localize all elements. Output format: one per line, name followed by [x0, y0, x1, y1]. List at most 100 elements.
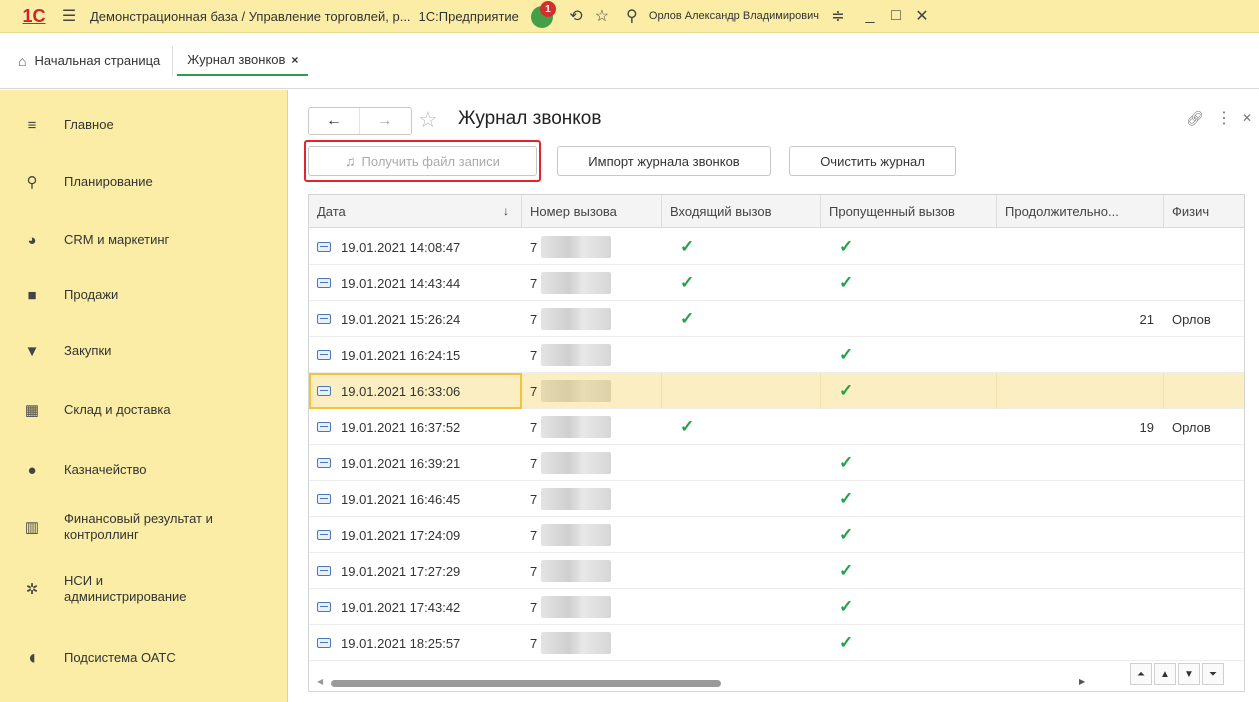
sidebar-item-finance[interactable]: ▥ Финансовый результат и контроллинг	[0, 504, 288, 550]
scroll-down-icon[interactable]: ▼	[1178, 663, 1200, 685]
cell-incoming[interactable]: ✓	[662, 301, 821, 337]
cell-duration[interactable]	[997, 481, 1164, 517]
table-row[interactable]: 19.01.2021 17:43:42 7 ✓	[309, 589, 1244, 625]
table-row[interactable]: 19.01.2021 16:39:21 7 ✓	[309, 445, 1244, 481]
cell-incoming[interactable]	[662, 445, 821, 481]
cell-person[interactable]	[1164, 445, 1244, 481]
cell-missed[interactable]: ✓	[821, 445, 997, 481]
cell-missed[interactable]: ✓	[821, 265, 997, 301]
settings-menu-icon[interactable]: ≑	[825, 3, 851, 29]
cell-incoming[interactable]	[662, 625, 821, 661]
table-row[interactable]: 19.01.2021 14:08:47 7 ✓ ✓	[309, 229, 1244, 265]
cell-duration[interactable]	[997, 373, 1164, 409]
cell-missed[interactable]: ✓	[821, 553, 997, 589]
cell-number[interactable]: 7	[522, 553, 662, 589]
tab-call-journal[interactable]: Журнал звонков ×	[177, 46, 309, 76]
cell-number[interactable]: 7	[522, 373, 662, 409]
cell-person[interactable]	[1164, 553, 1244, 589]
cell-duration[interactable]: 19	[997, 409, 1164, 445]
maximize-icon[interactable]: □	[883, 3, 909, 29]
cell-person[interactable]	[1164, 265, 1244, 301]
table-row[interactable]: 19.01.2021 16:24:15 7 ✓	[309, 337, 1244, 373]
column-header-date[interactable]: Дата ↓	[309, 195, 522, 228]
tab-close-icon[interactable]: ×	[291, 53, 298, 67]
clear-journal-button[interactable]: Очистить журнал	[789, 146, 956, 176]
table-row[interactable]: 19.01.2021 17:24:09 7 ✓	[309, 517, 1244, 553]
scroll-right-icon[interactable]: ▶	[1079, 677, 1085, 686]
cell-date[interactable]: 19.01.2021 16:39:21	[309, 445, 522, 481]
table-row[interactable]: 19.01.2021 15:26:24 7 ✓ 21 Орлов	[309, 301, 1244, 337]
column-header-incoming[interactable]: Входящий вызов	[662, 195, 821, 228]
column-header-person[interactable]: Физич	[1164, 195, 1244, 228]
sidebar-item-purchases[interactable]: ▼ Закупки	[0, 336, 288, 366]
cell-number[interactable]: 7	[522, 445, 662, 481]
cell-incoming[interactable]	[662, 589, 821, 625]
cell-missed[interactable]: ✓	[821, 589, 997, 625]
cell-person[interactable]	[1164, 481, 1244, 517]
cell-date[interactable]: 19.01.2021 15:26:24	[309, 301, 522, 337]
cell-missed[interactable]: ✓	[821, 337, 997, 373]
scroll-bottom-icon[interactable]: ⏷	[1202, 663, 1224, 685]
cell-missed[interactable]: ✓	[821, 373, 997, 409]
sidebar-item-sales[interactable]: ■ Продажи	[0, 280, 288, 310]
sidebar-item-crm[interactable]: ◕ CRM и маркетинг	[0, 225, 288, 255]
cell-date[interactable]: 19.01.2021 17:27:29	[309, 553, 522, 589]
search-icon[interactable]: ⚲	[619, 3, 645, 29]
sidebar-item-treasury[interactable]: ● Казначейство	[0, 455, 288, 485]
cell-date[interactable]: 19.01.2021 18:25:57	[309, 625, 522, 661]
close-form-icon[interactable]: ✕	[1242, 111, 1252, 125]
sidebar-item-main[interactable]: ≡ Главное	[0, 110, 288, 140]
close-window-icon[interactable]: ✕	[909, 3, 935, 29]
column-header-number[interactable]: Номер вызова	[522, 195, 662, 228]
table-row[interactable]: 19.01.2021 16:46:45 7 ✓	[309, 481, 1244, 517]
sidebar-item-admin[interactable]: ✲ НСИ и администрирование	[0, 566, 288, 612]
cell-person[interactable]	[1164, 337, 1244, 373]
favorites-star-icon[interactable]: ☆	[589, 3, 615, 29]
user-name[interactable]: Орлов Александр Владимирович	[649, 10, 819, 22]
history-icon[interactable]: ⟲	[563, 3, 589, 29]
scroll-up-icon[interactable]: ▲	[1154, 663, 1176, 685]
cell-date[interactable]: 19.01.2021 14:08:47	[309, 229, 522, 265]
table-row[interactable]: 19.01.2021 18:25:57 7 ✓	[309, 625, 1244, 661]
column-header-missed[interactable]: Пропущенный вызов	[821, 195, 997, 228]
column-header-duration[interactable]: Продолжительно...	[997, 195, 1164, 228]
cell-date[interactable]: 19.01.2021 16:33:06	[309, 373, 522, 409]
menu-icon[interactable]: ☰	[56, 3, 82, 29]
cell-missed[interactable]: ✓	[821, 229, 997, 265]
cell-missed[interactable]: ✓	[821, 517, 997, 553]
cell-person[interactable]	[1164, 373, 1244, 409]
sidebar-item-planning[interactable]: ⚲ Планирование	[0, 167, 288, 197]
cell-person[interactable]	[1164, 517, 1244, 553]
cell-duration[interactable]	[997, 589, 1164, 625]
scrollbar-thumb[interactable]	[331, 680, 721, 687]
cell-missed[interactable]	[821, 301, 997, 337]
cell-date[interactable]: 19.01.2021 14:43:44	[309, 265, 522, 301]
cell-date[interactable]: 19.01.2021 16:37:52	[309, 409, 522, 445]
back-arrow-icon[interactable]: ←	[309, 108, 359, 134]
table-row[interactable]: 19.01.2021 17:27:29 7 ✓	[309, 553, 1244, 589]
table-row[interactable]: 19.01.2021 14:43:44 7 ✓ ✓	[309, 265, 1244, 301]
cell-number[interactable]: 7	[522, 409, 662, 445]
cell-incoming[interactable]: ✓	[662, 229, 821, 265]
cell-person[interactable]: Орлов	[1164, 301, 1244, 337]
cell-number[interactable]: 7	[522, 337, 662, 373]
more-options-icon[interactable]: ⋮	[1216, 108, 1232, 128]
cell-incoming[interactable]	[662, 481, 821, 517]
cell-number[interactable]: 7	[522, 625, 662, 661]
cell-person[interactable]	[1164, 625, 1244, 661]
cell-date[interactable]: 19.01.2021 17:24:09	[309, 517, 522, 553]
cell-missed[interactable]: ✓	[821, 481, 997, 517]
cell-incoming[interactable]	[662, 517, 821, 553]
cell-duration[interactable]	[997, 625, 1164, 661]
scroll-top-icon[interactable]: ⏶	[1130, 663, 1152, 685]
sidebar-item-oats[interactable]: ◖ Подсистема ОАТС	[0, 643, 288, 673]
link-icon[interactable]: 🔗︎	[1186, 110, 1204, 127]
cell-duration[interactable]	[997, 517, 1164, 553]
cell-date[interactable]: 19.01.2021 16:46:45	[309, 481, 522, 517]
cell-duration[interactable]	[997, 337, 1164, 373]
cell-date[interactable]: 19.01.2021 16:24:15	[309, 337, 522, 373]
cell-number[interactable]: 7	[522, 229, 662, 265]
sidebar-item-warehouse[interactable]: ▦ Склад и доставка	[0, 395, 288, 425]
cell-date[interactable]: 19.01.2021 17:43:42	[309, 589, 522, 625]
horizontal-scrollbar[interactable]: ◀ ▶	[309, 674, 1244, 691]
